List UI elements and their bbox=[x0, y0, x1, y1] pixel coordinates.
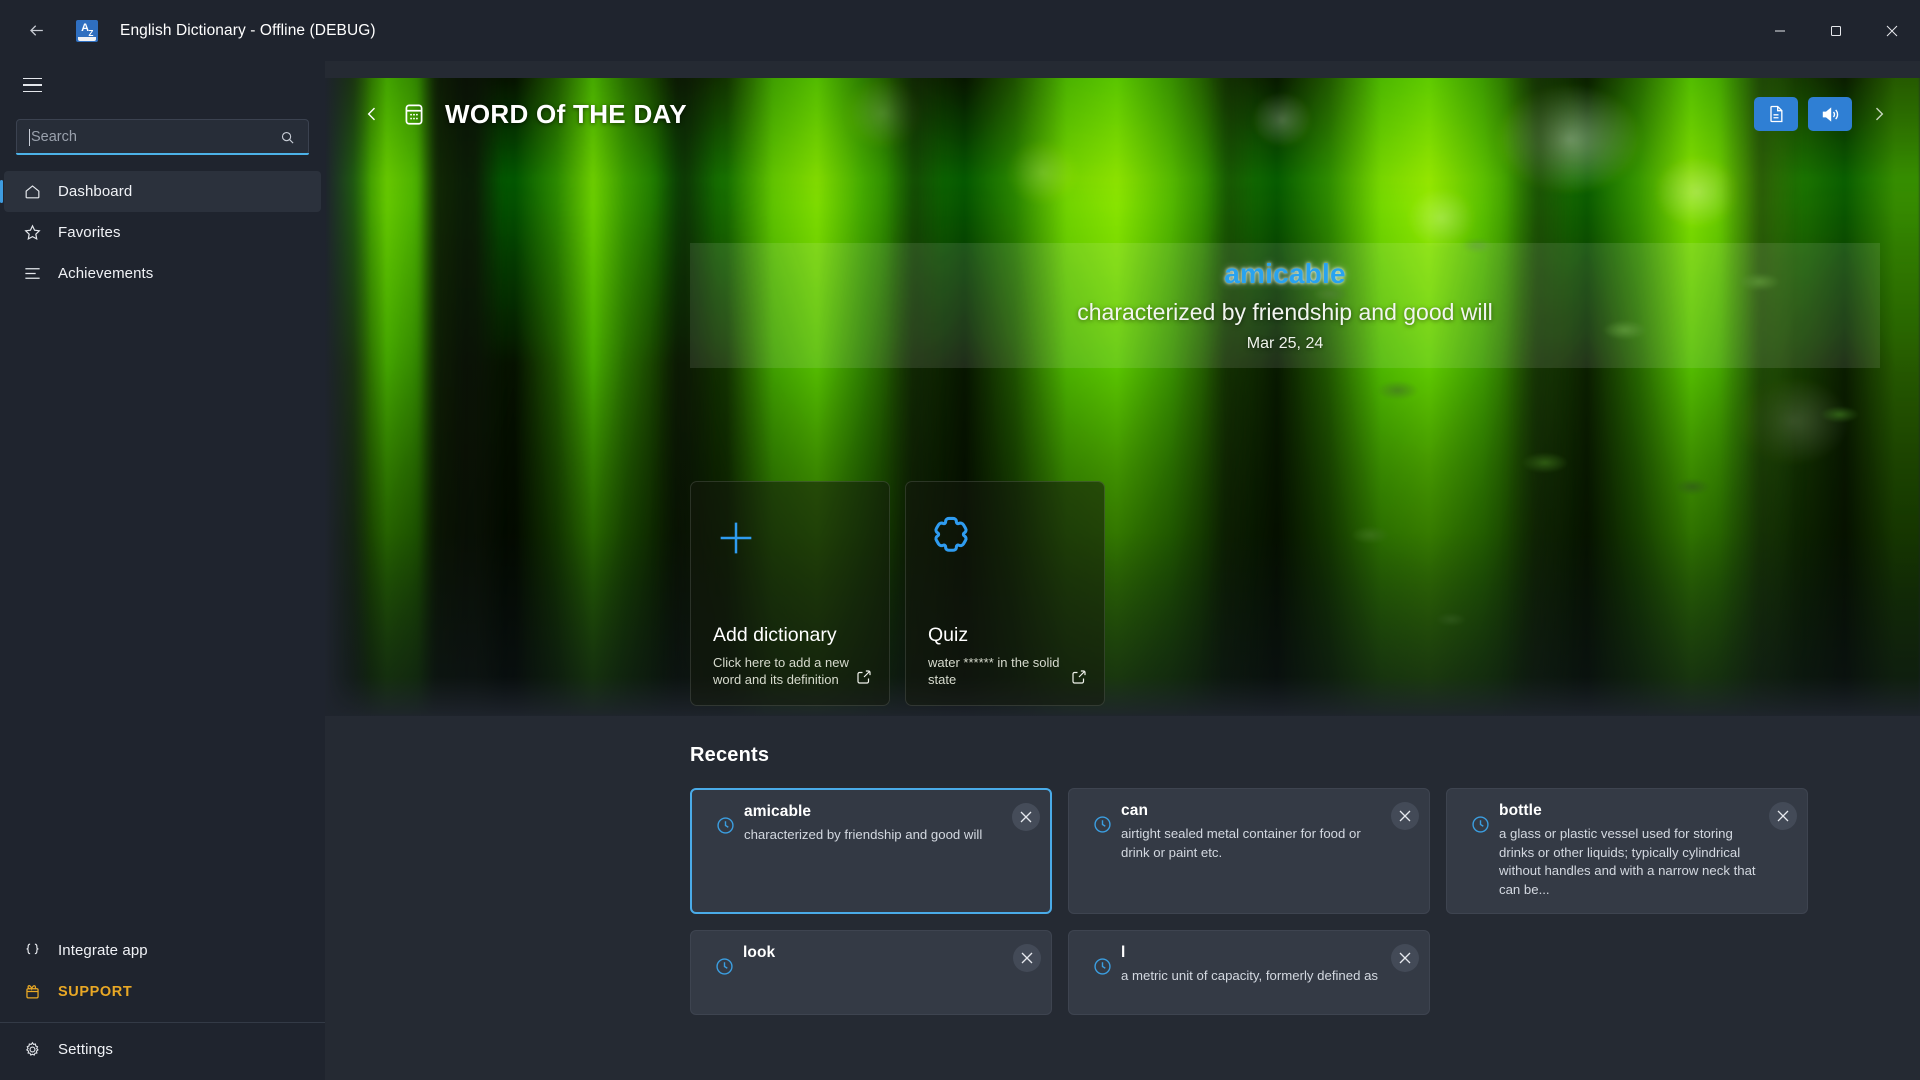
recent-item-body: look bbox=[743, 944, 1039, 1001]
sidebar-item-dashboard[interactable]: Dashboard bbox=[0, 171, 321, 212]
recents-title: Recents bbox=[690, 744, 770, 766]
tile-subtitle: water ****** in the solid state bbox=[928, 654, 1060, 688]
clock-icon bbox=[705, 944, 743, 1001]
sidebar-item-integrate-app[interactable]: Integrate app bbox=[4, 930, 321, 971]
star-icon bbox=[12, 223, 52, 242]
recent-item-amicable[interactable]: amicable characterized by friendship and… bbox=[690, 788, 1052, 914]
app-body: Dashboard Favorites Achievements bbox=[0, 61, 1920, 1080]
recent-item-word: look bbox=[743, 943, 776, 961]
hero-background-image bbox=[325, 61, 1920, 716]
app-icon: AZ bbox=[76, 19, 98, 42]
sidebar-item-achievements[interactable]: Achievements bbox=[4, 253, 321, 294]
plus-icon bbox=[713, 512, 867, 564]
recent-item-definition: a metric unit of capacity, formerly defi… bbox=[1121, 967, 1379, 983]
remove-recent-button[interactable] bbox=[1769, 802, 1797, 830]
sidebar-item-favorites[interactable]: Favorites bbox=[4, 212, 321, 253]
action-tiles: Add dictionary Click here to add a new w… bbox=[690, 481, 1105, 706]
puzzle-icon bbox=[928, 512, 1082, 564]
recent-item-definition: characterized by friendship and good wil… bbox=[744, 827, 983, 842]
word-of-the-day-definition: characterized by friendship and good wil… bbox=[1077, 299, 1493, 325]
recent-item-word: bottle bbox=[1499, 802, 1542, 819]
tile-subtitle: Click here to add a new word and its def… bbox=[713, 654, 849, 688]
recent-item-look[interactable]: look bbox=[690, 929, 1052, 1015]
braces-icon bbox=[12, 941, 52, 960]
app-icon-letters: A bbox=[81, 22, 89, 34]
sidebar-item-label: Favorites bbox=[58, 224, 121, 241]
recent-item-can[interactable]: can airtight sealed metal container for … bbox=[1068, 788, 1430, 914]
hero-next-button[interactable] bbox=[1864, 97, 1894, 131]
list-icon bbox=[12, 264, 52, 283]
recent-item-definition: a glass or plastic vessel used for stori… bbox=[1499, 826, 1756, 898]
clock-icon bbox=[706, 803, 744, 899]
word-of-the-day-header: WORD Of THE DAY bbox=[325, 78, 1920, 150]
text-caret bbox=[29, 128, 30, 146]
gift-icon bbox=[12, 982, 52, 1001]
app-window: AZ English Dictionary - Offline (DEBUG) bbox=[0, 0, 1920, 1080]
tile-title: Add dictionary bbox=[713, 623, 837, 646]
sidebar-item-label: SUPPORT bbox=[58, 983, 133, 1000]
sidebar-nav: Dashboard Favorites Achievements bbox=[0, 171, 325, 294]
remove-recent-button[interactable] bbox=[1391, 943, 1419, 972]
recent-item-body: l a metric unit of capacity, formerly de… bbox=[1121, 944, 1417, 1001]
remove-recent-button[interactable] bbox=[1013, 943, 1041, 972]
recent-item-body: can airtight sealed metal container for … bbox=[1121, 802, 1417, 900]
minimize-button[interactable] bbox=[1752, 0, 1808, 61]
sidebar-divider bbox=[0, 1022, 325, 1023]
recent-item-body: amicable characterized by friendship and… bbox=[744, 803, 1038, 899]
quiz-tile[interactable]: Quiz water ****** in the solid state bbox=[905, 481, 1105, 706]
tile-title: Quiz bbox=[928, 623, 969, 646]
clock-icon bbox=[1083, 944, 1121, 1001]
recents-grid: amicable characterized by friendship and… bbox=[690, 788, 1850, 1015]
title-bar: AZ English Dictionary - Offline (DEBUG) bbox=[0, 0, 1920, 61]
recents-section: Recents amicable characterized by friend… bbox=[690, 744, 1920, 1015]
recent-item-body: bottle a glass or plastic vessel used fo… bbox=[1499, 802, 1795, 900]
main-content: WORD Of THE DAY amicable characterized b… bbox=[325, 61, 1920, 1080]
sidebar: Dashboard Favorites Achievements bbox=[0, 61, 325, 1080]
back-button[interactable] bbox=[8, 10, 64, 52]
sidebar-item-label: Integrate app bbox=[58, 942, 148, 959]
sidebar-item-support[interactable]: SUPPORT bbox=[4, 971, 321, 1012]
search-input[interactable] bbox=[31, 129, 274, 145]
search-container bbox=[16, 119, 309, 155]
calendar-icon bbox=[399, 99, 429, 129]
hero-previous-button[interactable] bbox=[355, 97, 389, 131]
sidebar-item-label: Dashboard bbox=[58, 183, 133, 200]
page-title: WORD Of THE DAY bbox=[445, 98, 687, 129]
add-dictionary-tile[interactable]: Add dictionary Click here to add a new w… bbox=[690, 481, 890, 706]
home-icon bbox=[12, 182, 52, 201]
word-of-the-day-word: amicable bbox=[1224, 258, 1346, 289]
window-title: English Dictionary - Offline (DEBUG) bbox=[120, 21, 376, 39]
hero-vignette bbox=[325, 61, 1920, 716]
hero-top-strip bbox=[325, 61, 1920, 78]
clock-icon bbox=[1461, 802, 1499, 900]
word-of-the-day-card[interactable]: amicable characterized by friendship and… bbox=[690, 243, 1880, 368]
recent-item-word: l bbox=[1121, 943, 1126, 961]
hero-left-fade bbox=[325, 61, 371, 716]
gear-icon bbox=[12, 1040, 52, 1059]
sidebar-item-label: Achievements bbox=[58, 265, 154, 282]
external-link-icon[interactable] bbox=[1070, 668, 1088, 691]
app-icon-letters-sub: Z bbox=[88, 28, 94, 38]
sidebar-item-settings[interactable]: Settings bbox=[4, 1029, 321, 1070]
search-icon[interactable] bbox=[274, 124, 300, 150]
recent-item-definition: airtight sealed metal container for food… bbox=[1121, 826, 1361, 860]
sidebar-item-label: Settings bbox=[58, 1041, 113, 1058]
close-button[interactable] bbox=[1864, 0, 1920, 61]
recent-item-l[interactable]: l a metric unit of capacity, formerly de… bbox=[1068, 929, 1430, 1015]
definition-button[interactable] bbox=[1754, 97, 1798, 131]
remove-recent-button[interactable] bbox=[1391, 802, 1419, 830]
clock-icon bbox=[1083, 802, 1121, 900]
external-link-icon[interactable] bbox=[855, 668, 873, 691]
recent-item-bottle[interactable]: bottle a glass or plastic vessel used fo… bbox=[1446, 788, 1808, 914]
maximize-button[interactable] bbox=[1808, 0, 1864, 61]
hamburger-menu-icon[interactable] bbox=[8, 65, 56, 105]
word-of-the-day-date: Mar 25, 24 bbox=[1246, 335, 1324, 352]
pronounce-button[interactable] bbox=[1808, 97, 1852, 131]
remove-recent-button[interactable] bbox=[1012, 803, 1040, 831]
sidebar-bottom: Integrate app SUPPORT Settings bbox=[0, 930, 325, 1080]
recent-item-word: can bbox=[1121, 802, 1149, 819]
recent-item-word: amicable bbox=[744, 803, 812, 820]
search-box[interactable] bbox=[16, 119, 309, 155]
